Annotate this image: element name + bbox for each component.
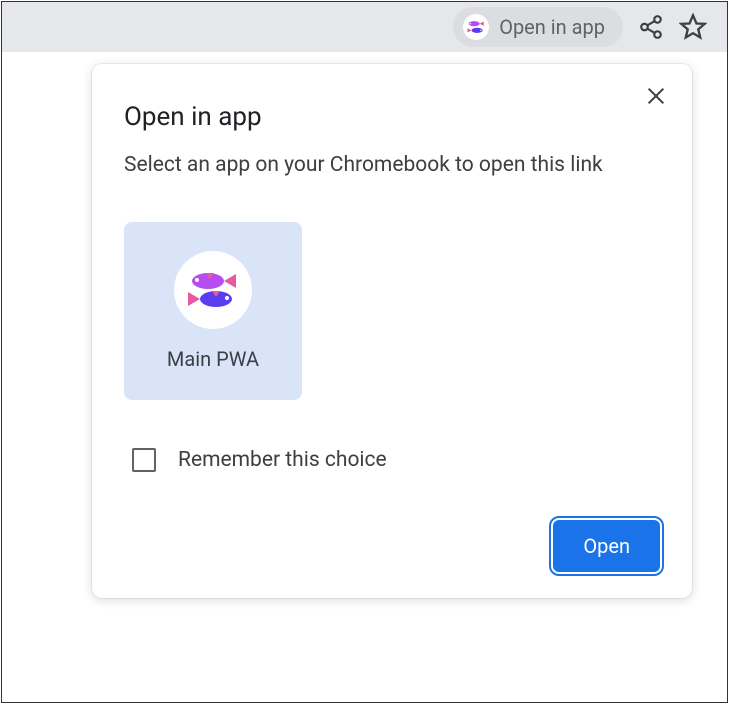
remember-choice-row: Remember this choice <box>124 448 660 472</box>
remember-label: Remember this choice <box>178 448 387 472</box>
open-in-app-dialog: Open in app Select an app on your Chrome… <box>92 64 692 598</box>
close-icon[interactable] <box>640 80 672 112</box>
open-in-app-chip[interactable]: Open in app <box>453 7 623 47</box>
dialog-subtitle: Select an app on your Chromebook to open… <box>124 150 660 182</box>
dialog-actions: Open <box>124 520 660 572</box>
remember-checkbox[interactable] <box>132 448 156 472</box>
open-button[interactable]: Open <box>553 520 660 572</box>
star-icon[interactable] <box>679 13 707 41</box>
app-icon <box>174 251 252 329</box>
chip-label: Open in app <box>499 15 605 39</box>
dialog-title: Open in app <box>124 102 660 132</box>
app-name-label: Main PWA <box>167 347 259 371</box>
share-icon[interactable] <box>637 13 665 41</box>
browser-toolbar: Open in app <box>2 2 727 56</box>
app-chip-icon <box>463 14 489 40</box>
app-tile-main-pwa[interactable]: Main PWA <box>124 222 302 400</box>
